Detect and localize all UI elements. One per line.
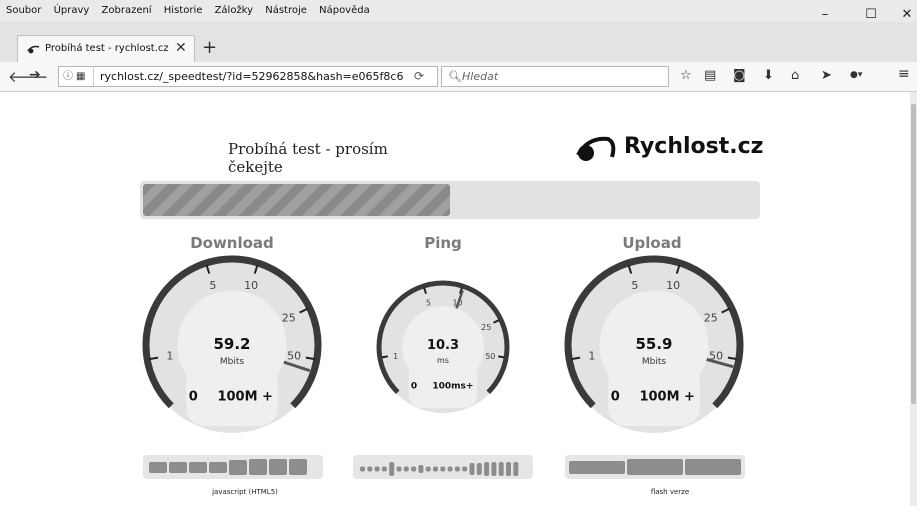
menu-bar: Soubor Úpravy Zobrazení Historie Záložky… xyxy=(0,0,917,22)
mb2-segment xyxy=(418,465,424,473)
flash-method-segments xyxy=(569,459,741,475)
mb3-segment xyxy=(685,459,741,475)
download-icon[interactable]: ⬇ xyxy=(763,68,774,83)
adblock-icon[interactable]: ●▾ xyxy=(850,70,878,80)
page-content xyxy=(0,92,910,506)
test-progress-bar xyxy=(140,181,760,219)
tab-close-icon[interactable]: ✕ xyxy=(175,40,187,56)
mb1-segment xyxy=(189,462,207,473)
mb2-segment xyxy=(476,463,482,475)
js-method-caption[interactable]: javascript (HTML5) xyxy=(165,488,325,496)
progress-fill xyxy=(143,184,450,216)
mb1-segment xyxy=(209,462,227,473)
flash-method-bar[interactable] xyxy=(565,455,745,479)
site-icon[interactable]: ▦ xyxy=(76,67,85,86)
speedometer-logo-icon xyxy=(576,136,616,161)
reading-list-icon[interactable]: ▤ xyxy=(704,68,716,83)
mb2-segment xyxy=(484,462,490,476)
mb1-segment xyxy=(149,462,167,473)
site-logo: Rychlost.cz xyxy=(624,134,764,159)
menu-tools[interactable]: Nástroje xyxy=(265,5,307,16)
mb2-segment xyxy=(498,462,504,476)
mb1-segment xyxy=(269,459,287,475)
mb2-segment xyxy=(447,466,453,472)
menu-file[interactable]: Soubor xyxy=(6,5,41,16)
upload-title: Upload xyxy=(622,234,682,252)
search-input[interactable]: Hledat xyxy=(462,67,498,86)
mb1-segment xyxy=(169,462,187,473)
menu-help[interactable]: Nápověda xyxy=(319,5,370,16)
vertical-scrollbar[interactable] xyxy=(910,92,917,506)
forward-icon[interactable]: ➔ xyxy=(29,67,41,83)
rychlost-favicon-icon xyxy=(27,45,40,54)
mb2-segment xyxy=(469,463,475,475)
home-icon[interactable]: ⌂ xyxy=(791,68,799,83)
search-bar[interactable]: 🔍︎ Hledat xyxy=(441,66,669,87)
info-icon[interactable]: ⓘ xyxy=(63,67,73,86)
ping-title: Ping xyxy=(424,234,462,252)
url-bar[interactable]: ⓘ ▦ rychlost.cz/_speedtest/?id=52962858&… xyxy=(58,66,438,87)
new-tab-button[interactable]: + xyxy=(202,37,217,58)
mb2-segment xyxy=(506,462,511,476)
mb2-segment xyxy=(433,466,438,472)
flash-method-caption[interactable]: flash verze xyxy=(590,488,750,496)
mb1-segment xyxy=(249,459,267,475)
tab-speedtest[interactable]: Probíhá test - rychlost.cz ✕ xyxy=(17,35,195,63)
download-title: Download xyxy=(190,234,274,252)
mb2-segment xyxy=(440,466,446,472)
mb2-segment xyxy=(374,466,380,472)
menu-icon[interactable]: ≡ xyxy=(898,66,910,82)
mb3-segment xyxy=(627,459,683,475)
tab-bar: Probíhá test - rychlost.cz ✕ + xyxy=(0,22,917,63)
mb2-segment xyxy=(367,466,373,472)
mb1-segment xyxy=(229,460,247,475)
mb2-segment xyxy=(491,462,497,476)
tab-title: Probíhá test - rychlost.cz xyxy=(45,43,169,54)
url-text[interactable]: rychlost.cz/_speedtest/?id=52962858&hash… xyxy=(100,67,403,86)
mb2-segment xyxy=(462,466,468,472)
ping-history-bar xyxy=(353,455,533,479)
mb2-segment xyxy=(360,466,365,472)
mb2-segment xyxy=(403,466,409,472)
mb2-segment xyxy=(381,466,387,472)
menu-history[interactable]: Historie xyxy=(164,5,203,16)
pocket-icon[interactable]: ◙ xyxy=(733,68,746,83)
menu-edit[interactable]: Úpravy xyxy=(54,5,90,16)
mb1-segment xyxy=(289,459,307,475)
search-icon: 🔍︎ xyxy=(448,70,462,83)
js-method-bar[interactable] xyxy=(143,455,323,479)
mb2-segment xyxy=(389,462,395,476)
mb2-segment xyxy=(454,466,460,472)
menu-view[interactable]: Zobrazení xyxy=(102,5,152,16)
mb3-segment xyxy=(569,461,625,474)
star-icon[interactable]: ☆ xyxy=(680,68,692,83)
mb2-segment xyxy=(411,466,417,472)
reload-icon[interactable]: ⟳ xyxy=(414,67,424,86)
mb2-segment xyxy=(425,466,431,472)
nav-bar: 🡐 ➔ ⓘ ▦ rychlost.cz/_speedtest/?id=52962… xyxy=(0,62,917,92)
ping-history-segments xyxy=(360,462,519,476)
test-status-text: Probíhá test - prosím čekejte xyxy=(228,140,388,176)
send-icon[interactable]: ➤ xyxy=(821,68,832,83)
js-method-segments xyxy=(149,459,307,475)
scrollbar-thumb[interactable] xyxy=(911,104,916,404)
mb2-segment xyxy=(513,462,519,476)
mb2-segment xyxy=(396,466,402,472)
menu-bookmarks[interactable]: Záložky xyxy=(215,5,253,16)
